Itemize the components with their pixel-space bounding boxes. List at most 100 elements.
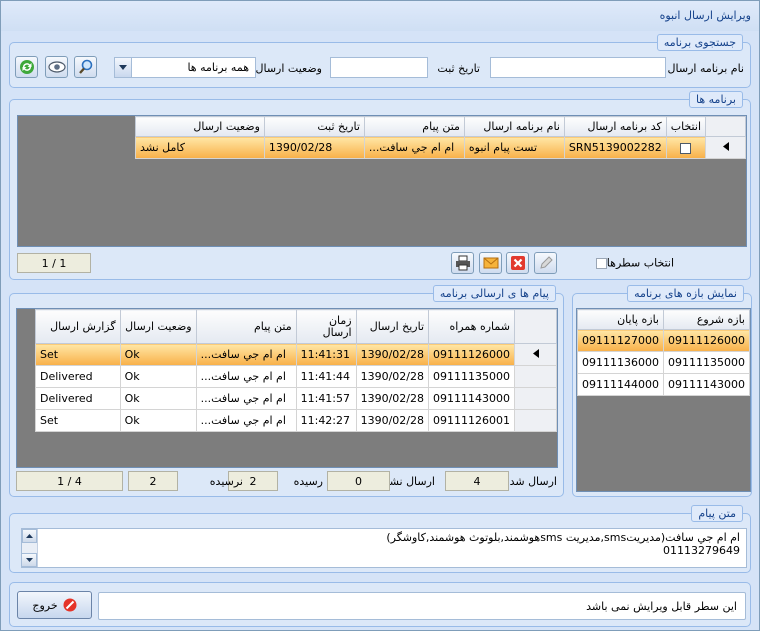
message-textarea[interactable]: ام ام جي سافت(مدیریتsms,مدیریت smsهوشمند…: [21, 528, 747, 568]
cell-text: ام ام جي سافت...: [195, 409, 297, 432]
table-row[interactable]: 09111126001 1390/02/28 11:42:27 ام ام جي…: [35, 409, 557, 432]
row-indicator: [514, 409, 557, 432]
table-row[interactable]: 09111135000 09111136000: [577, 351, 750, 374]
col-msg-text[interactable]: متن پیام: [195, 309, 297, 344]
col-name[interactable]: نام برنامه ارسال: [463, 116, 565, 137]
col-mobile[interactable]: شماره همراه: [428, 309, 515, 344]
view-button[interactable]: [45, 56, 68, 78]
exit-label: خروج: [32, 598, 58, 612]
ranges-header-row: بازه شروع بازه پایان: [577, 309, 750, 330]
col-range-end[interactable]: بازه پایان: [577, 309, 664, 330]
status-select[interactable]: همه برنامه ها: [114, 57, 256, 78]
search-group: جستجوی برنامه نام برنامه ارسال تاریخ ثبت…: [9, 34, 751, 88]
program-name-input[interactable]: [490, 57, 666, 78]
col-date[interactable]: تاریخ ثبت: [263, 116, 365, 137]
refresh-icon: [19, 60, 34, 74]
col-range-start[interactable]: بازه شروع: [662, 309, 750, 330]
cell-report: Set: [35, 409, 121, 432]
message-scrollbar[interactable]: [21, 529, 38, 567]
select-rows-checkbox[interactable]: [595, 257, 607, 269]
undelivered-count: 2: [128, 471, 178, 491]
chevron-down-icon[interactable]: [115, 58, 132, 77]
ranges-table: بازه شروع بازه پایان 09111126000 0911112…: [577, 309, 750, 396]
ranges-grid: بازه شروع بازه پایان 09111126000 0911112…: [576, 308, 751, 492]
scroll-up-button[interactable]: [22, 529, 37, 543]
col-send-time[interactable]: زمان ارسال: [295, 309, 357, 344]
messages-group: پیام ها ی ارسالی برنامه شماره همراه تاری…: [9, 285, 564, 497]
col-code[interactable]: کد برنامه ارسال: [563, 116, 667, 137]
row-indicator: [514, 387, 557, 410]
cell-mobile: 09111135000: [428, 365, 515, 388]
cell-status: Ok: [119, 365, 197, 388]
refresh-button[interactable]: [15, 56, 38, 78]
cell-range-end: 09111144000: [577, 373, 664, 396]
delete-icon: [510, 256, 525, 270]
row-checkbox[interactable]: [680, 142, 692, 154]
col-send-status[interactable]: وضعیت ارسال: [119, 309, 197, 344]
col-select[interactable]: انتخاب: [665, 116, 707, 137]
search-button[interactable]: [74, 56, 97, 78]
footer-group: این سطر قابل ویرایش نمی باشد خروج: [9, 582, 751, 627]
programs-table: انتخاب کد برنامه ارسال نام برنامه ارسال …: [135, 116, 746, 159]
cell-text: ام ام جي سافت...: [195, 343, 297, 366]
sent-count: 4: [445, 471, 509, 491]
row-select-cell[interactable]: [665, 136, 707, 159]
col-text[interactable]: متن پیام: [363, 116, 465, 137]
col-send-date[interactable]: تاریخ ارسال: [355, 309, 430, 344]
ranges-group: نمایش بازه های برنامه بازه شروع بازه پای…: [572, 285, 752, 497]
email-icon: [483, 257, 498, 269]
cell-name: تست پیام انبوه: [463, 136, 565, 159]
cell-mobile: 09111126001: [428, 409, 515, 432]
cell-range-end: 09111136000: [577, 351, 664, 374]
cell-date: 1390/02/28: [355, 343, 430, 366]
select-rows-label: انتخاب سطرها: [606, 256, 674, 270]
messages-pager: 1 / 4: [16, 471, 123, 491]
chevron-up-icon: [26, 534, 33, 538]
cell-status: Ok: [119, 409, 197, 432]
delete-button[interactable]: [506, 252, 529, 274]
col-status[interactable]: وضعیت ارسال: [135, 116, 265, 137]
messages-grid: شماره همراه تاریخ ارسال زمان ارسال متن پ…: [16, 308, 558, 468]
cell-status: Ok: [119, 387, 197, 410]
programs-header-row: انتخاب کد برنامه ارسال نام برنامه ارسال …: [135, 116, 746, 137]
table-row[interactable]: 09111143000 09111144000: [577, 373, 750, 396]
table-row[interactable]: 09111126000 1390/02/28 11:41:31 ام ام جي…: [35, 343, 557, 366]
table-row[interactable]: 09111143000 1390/02/28 11:41:57 ام ام جي…: [35, 387, 557, 410]
reg-date-label: تاریخ ثبت: [437, 62, 480, 75]
ranges-legend: نمایش بازه های برنامه: [627, 285, 744, 302]
search-icon: [78, 59, 92, 74]
chevron-down-icon: [25, 558, 33, 562]
exit-button[interactable]: خروج: [17, 591, 92, 619]
messages-header-row: شماره همراه تاریخ ارسال زمان ارسال متن پ…: [35, 309, 557, 344]
cell-time: 11:41:57: [295, 387, 357, 410]
scroll-down-button[interactable]: [21, 553, 37, 567]
select-rows-option[interactable]: انتخاب سطرها: [592, 256, 674, 270]
cell-range-end: 09111127000: [577, 329, 664, 352]
col-send-report[interactable]: گزارش ارسال: [35, 309, 121, 344]
table-row[interactable]: SRN5139002282 تست پیام انبوه ام ام جي سا…: [135, 136, 746, 159]
stop-icon: [63, 598, 77, 612]
message-line-1: ام ام جي سافت(مدیریتsms,مدیریت smsهوشمند…: [386, 531, 740, 544]
cell-date: 1390/02/28: [355, 365, 430, 388]
row-indicator: [514, 343, 557, 366]
table-row[interactable]: 09111126000 09111127000: [577, 329, 750, 352]
cell-mobile: 09111143000: [428, 387, 515, 410]
pencil-icon: [539, 256, 553, 269]
message-text-group: متن پیام ام ام جي سافت(مدیریتsms,مدیریت …: [9, 505, 751, 573]
cell-text: ام ام جي سافت...: [195, 365, 297, 388]
print-button[interactable]: [451, 252, 474, 274]
undelivered-label: نرسیده: [209, 475, 243, 488]
cell-range-start: 09111143000: [662, 373, 750, 396]
edit-button[interactable]: [534, 252, 557, 274]
programs-group: برنامه ها انتخاب کد برنامه ارسال نام برن…: [9, 91, 751, 280]
table-row[interactable]: 09111135000 1390/02/28 11:41:44 ام ام جي…: [35, 365, 557, 388]
window-title: ویرایش ارسال انبوه: [1, 1, 759, 31]
cell-range-start: 09111126000: [662, 329, 750, 352]
cell-date: 1390/02/28: [355, 387, 430, 410]
messages-table: شماره همراه تاریخ ارسال زمان ارسال متن پ…: [35, 309, 557, 432]
delivered-label: رسیده: [293, 475, 323, 488]
cell-mobile: 09111126000: [428, 343, 515, 366]
reg-date-input[interactable]: [330, 57, 428, 78]
notice-field: این سطر قابل ویرایش نمی باشد: [98, 592, 746, 620]
email-button[interactable]: [479, 252, 502, 274]
